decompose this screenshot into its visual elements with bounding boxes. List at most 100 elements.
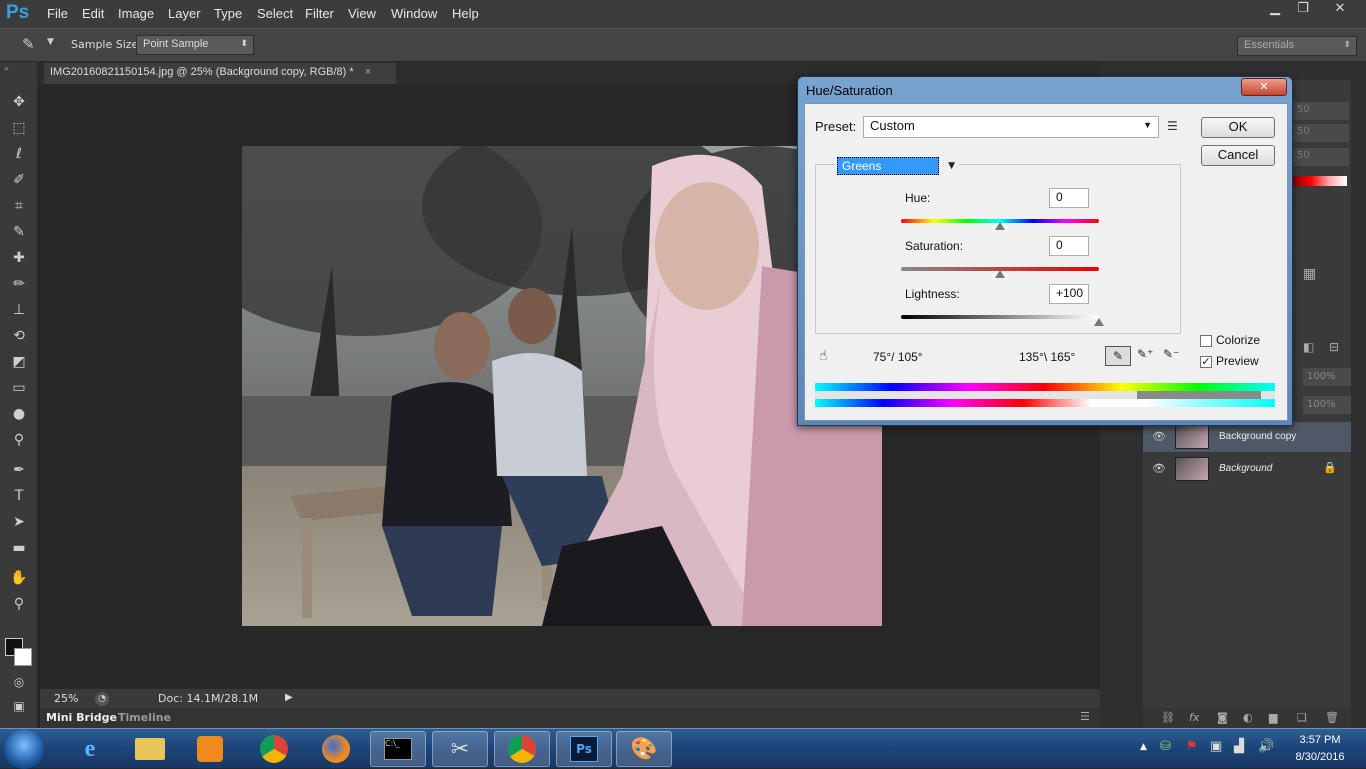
saturation-slider-thumb[interactable] xyxy=(995,270,1005,278)
photoshop-icon[interactable]: Ps xyxy=(556,731,612,767)
eyedropper-icon[interactable]: ✎ xyxy=(9,222,29,242)
range-bar[interactable] xyxy=(815,391,1275,399)
preview-checkbox[interactable]: ✓ xyxy=(1200,356,1212,368)
visibility-eye-icon[interactable]: 👁 xyxy=(1152,430,1166,443)
menu-window[interactable]: Window xyxy=(391,6,437,21)
history-brush-icon[interactable]: ⟲ xyxy=(9,326,29,346)
internet-explorer-icon[interactable]: e xyxy=(62,731,118,767)
eyedropper-icon[interactable]: ✎ xyxy=(1105,346,1131,366)
show-hidden-icons-icon[interactable]: ▲ xyxy=(1140,742,1147,752)
clock-time[interactable]: 3:57 PM xyxy=(1288,734,1352,746)
layer-row[interactable]: 👁 Background 🔒 xyxy=(1143,454,1351,484)
background-color-swatch[interactable] xyxy=(14,648,32,666)
visibility-eye-icon[interactable]: 👁 xyxy=(1152,462,1166,475)
grid-icon[interactable]: ▦ xyxy=(1303,266,1316,282)
stamp-tool-icon[interactable]: ⊥ xyxy=(9,300,29,320)
menu-help[interactable]: Help xyxy=(452,6,479,21)
type-tool-icon[interactable]: T xyxy=(9,486,29,506)
link-layers-icon[interactable]: ⛓ xyxy=(1161,711,1175,724)
snipping-tool-icon[interactable]: ✂ xyxy=(432,731,488,767)
hue-slider-thumb[interactable] xyxy=(995,222,1005,230)
document-image[interactable] xyxy=(242,146,882,626)
blur-tool-icon[interactable]: ● xyxy=(9,404,29,424)
menu-type[interactable]: Type xyxy=(214,6,242,21)
layer-row-selected[interactable]: 👁 Background copy xyxy=(1143,422,1351,452)
preset-select[interactable]: Custom ▼ xyxy=(863,116,1159,138)
fx-icon[interactable]: fx xyxy=(1189,711,1199,724)
menu-image[interactable]: Image xyxy=(118,6,154,21)
status-icon[interactable]: ◔ xyxy=(95,692,109,706)
panel-menu-icon[interactable]: ☰ xyxy=(1080,710,1090,723)
layer-name[interactable]: Background xyxy=(1219,463,1272,474)
new-layer-icon[interactable]: ❏ xyxy=(1297,711,1307,724)
trash-icon[interactable]: 🗑 xyxy=(1325,711,1339,724)
close-tab-icon[interactable]: × xyxy=(365,66,371,78)
close-icon[interactable]: ✕ xyxy=(1326,0,1354,20)
eyedropper-tool-icon[interactable]: ✎ xyxy=(22,35,35,53)
command-prompt-icon[interactable]: C:\_ xyxy=(370,731,426,767)
pen-tool-icon[interactable]: ✒ xyxy=(9,460,29,480)
file-explorer-icon[interactable] xyxy=(122,731,178,767)
move-tool-icon[interactable]: ✥ xyxy=(9,92,29,112)
document-tab[interactable]: IMG20160821150154.jpg @ 25% (Background … xyxy=(44,63,396,84)
menu-layer[interactable]: Layer xyxy=(168,6,201,21)
tool-preset-chevron-icon[interactable]: ▼ xyxy=(47,37,54,47)
chrome-icon[interactable] xyxy=(246,731,302,767)
workspace-select[interactable]: Essentials ⬍ xyxy=(1237,36,1357,56)
hue-input[interactable]: 0 xyxy=(1049,188,1089,208)
color-ramp[interactable] xyxy=(1293,176,1347,186)
preset-options-icon[interactable]: ☰ xyxy=(1167,119,1178,133)
tab-mini-bridge[interactable]: Mini Bridge xyxy=(46,711,117,724)
dodge-tool-icon[interactable]: ⚲ xyxy=(9,430,29,450)
firefox-icon[interactable] xyxy=(308,731,364,767)
volume-icon[interactable]: 🔊 xyxy=(1258,739,1274,754)
chrome-icon[interactable] xyxy=(494,731,550,767)
new-group-icon[interactable]: ▆ xyxy=(1269,711,1277,724)
network-share-icon[interactable]: ⛁ xyxy=(1160,739,1171,754)
marquee-tool-icon[interactable]: ⬚ xyxy=(9,118,29,138)
lightness-slider-track[interactable] xyxy=(901,315,1099,319)
menu-edit[interactable]: Edit xyxy=(82,6,104,21)
hand-tool-icon[interactable]: ✋ xyxy=(9,568,29,588)
lock-position-icon[interactable]: ⊟ xyxy=(1329,340,1339,354)
restore-icon[interactable]: ❐ xyxy=(1290,0,1316,20)
lightness-input[interactable]: +100 xyxy=(1049,284,1089,304)
shape-tool-icon[interactable]: ▬ xyxy=(9,538,29,558)
brush-tool-icon[interactable]: ✏ xyxy=(9,274,29,294)
lasso-tool-icon[interactable]: ℓ xyxy=(9,144,29,164)
cancel-button[interactable]: Cancel xyxy=(1201,145,1275,166)
quick-mask-icon[interactable]: ◎ xyxy=(9,672,29,692)
subtract-from-sample-icon[interactable]: ✎⁻ xyxy=(1163,347,1179,361)
gradient-tool-icon[interactable]: ▭ xyxy=(9,378,29,398)
new-fill-icon[interactable]: ◧ xyxy=(1303,340,1314,354)
healing-brush-icon[interactable]: ✚ xyxy=(9,248,29,268)
menu-select[interactable]: Select xyxy=(257,6,293,21)
opacity-field[interactable]: 100% xyxy=(1303,368,1351,386)
minimize-icon[interactable]: ▁ xyxy=(1262,0,1288,20)
on-image-adjust-icon[interactable]: ☝ xyxy=(819,348,828,364)
sample-size-select[interactable]: Point Sample ⬍ xyxy=(136,35,254,55)
eraser-tool-icon[interactable]: ◩ xyxy=(9,352,29,372)
start-button[interactable] xyxy=(4,729,44,769)
status-menu-arrow-icon[interactable]: ▶ xyxy=(285,692,293,703)
ok-button[interactable]: OK xyxy=(1201,117,1275,138)
device-icon[interactable]: ▣ xyxy=(1210,739,1222,754)
lightness-slider-thumb[interactable] xyxy=(1094,318,1104,326)
quick-select-tool-icon[interactable]: ✐ xyxy=(9,170,29,190)
tab-timeline[interactable]: Timeline xyxy=(118,711,171,724)
range-slider[interactable] xyxy=(1137,391,1261,399)
signal-icon[interactable]: ▟ xyxy=(1234,739,1244,754)
action-center-icon[interactable]: ⚑ xyxy=(1186,739,1198,754)
screen-mode-icon[interactable]: ▣ xyxy=(9,696,29,716)
add-to-sample-icon[interactable]: ✎⁺ xyxy=(1137,347,1153,361)
colorize-checkbox[interactable] xyxy=(1200,335,1212,347)
add-mask-icon[interactable]: ◙ xyxy=(1217,711,1228,724)
zoom-tool-icon[interactable]: ⚲ xyxy=(9,594,29,614)
media-player-icon[interactable] xyxy=(182,731,238,767)
clock-date[interactable]: 8/30/2016 xyxy=(1288,751,1352,763)
layer-name[interactable]: Background copy xyxy=(1219,431,1296,442)
path-select-tool-icon[interactable]: ➤ xyxy=(9,512,29,532)
zoom-level[interactable]: 25% xyxy=(54,692,78,705)
saturation-input[interactable]: 0 xyxy=(1049,236,1089,256)
dialog-close-button[interactable]: ✕ xyxy=(1241,78,1287,96)
